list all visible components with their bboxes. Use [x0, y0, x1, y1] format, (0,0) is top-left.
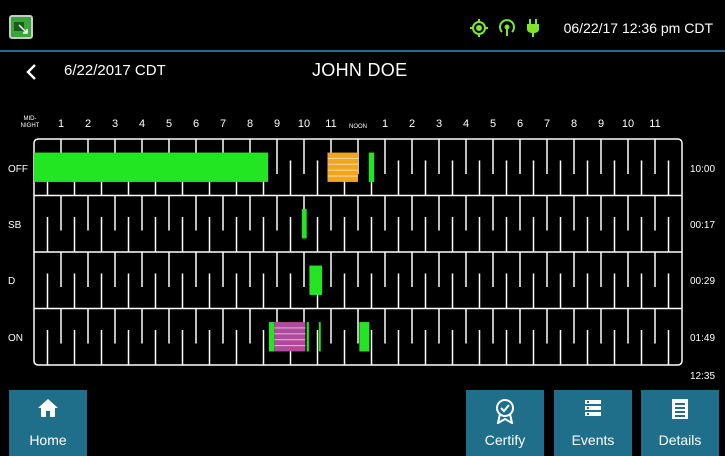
duty-segment [368, 152, 375, 182]
total-sb: 00:17 [690, 220, 716, 231]
home-button[interactable]: Home [9, 390, 87, 456]
total-on: 01:49 [690, 333, 716, 344]
status-label-on: ON [8, 333, 23, 344]
events-button[interactable]: Events [554, 390, 632, 456]
duty-segment [34, 152, 269, 182]
duty-segment [309, 265, 323, 295]
edited-segment [327, 152, 358, 182]
events-button-label: Events [571, 432, 615, 448]
bottom-toolbar: Home Certify Events Details [0, 390, 725, 456]
duty-segment [318, 322, 321, 352]
certify-button[interactable]: Certify [466, 390, 544, 456]
status-label-off: OFF [8, 164, 28, 175]
duty-segment [268, 322, 275, 352]
total-d: 00:29 [690, 276, 716, 287]
status-label-sb: SB [8, 220, 22, 231]
home-icon [38, 399, 58, 417]
certify-button-label: Certify [484, 432, 526, 448]
total-off: 10:00 [690, 164, 716, 175]
duty-segment [306, 322, 309, 352]
duty-segment [301, 209, 307, 239]
home-button-label: Home [29, 432, 67, 448]
edited-segment [274, 322, 306, 352]
details-button[interactable]: Details [641, 390, 719, 456]
certify-ribbon-icon [496, 399, 514, 424]
grand-total: 12:35 [690, 371, 716, 382]
status-label-d: D [8, 276, 16, 287]
document-icon [672, 399, 688, 419]
duty-segment [359, 322, 370, 352]
duty-status-graph [33, 138, 683, 366]
list-icon [585, 400, 601, 416]
details-button-label: Details [658, 432, 702, 448]
